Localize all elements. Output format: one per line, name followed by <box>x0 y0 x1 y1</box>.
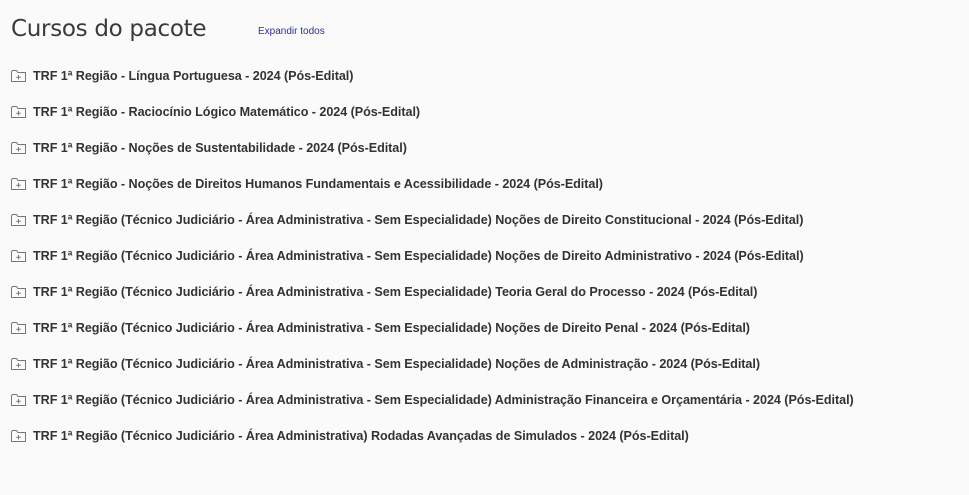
course-item[interactable]: TRF 1ª Região (Técnico Judiciário - Área… <box>11 202 854 238</box>
course-package-panel: Cursos do pacote Expandir todos TRF 1ª R… <box>0 0 969 495</box>
folder-plus-icon[interactable] <box>11 321 27 335</box>
course-list: TRF 1ª Região - Língua Portuguesa - 2024… <box>11 58 854 454</box>
folder-plus-icon[interactable] <box>11 249 27 263</box>
course-label: TRF 1ª Região (Técnico Judiciário - Área… <box>33 321 750 335</box>
folder-plus-icon[interactable] <box>11 177 27 191</box>
folder-plus-icon[interactable] <box>11 69 27 83</box>
course-item[interactable]: TRF 1ª Região - Noções de Direitos Human… <box>11 166 854 202</box>
course-label: TRF 1ª Região (Técnico Judiciário - Área… <box>33 213 804 227</box>
course-item[interactable]: TRF 1ª Região - Raciocínio Lógico Matemá… <box>11 94 854 130</box>
folder-plus-icon[interactable] <box>11 357 27 371</box>
course-item[interactable]: TRF 1ª Região (Técnico Judiciário - Área… <box>11 238 854 274</box>
course-label: TRF 1ª Região (Técnico Judiciário - Área… <box>33 285 758 299</box>
folder-plus-icon[interactable] <box>11 105 27 119</box>
course-item[interactable]: TRF 1ª Região (Técnico Judiciário - Área… <box>11 382 854 418</box>
course-label: TRF 1ª Região - Língua Portuguesa - 2024… <box>33 69 354 83</box>
folder-plus-icon[interactable] <box>11 141 27 155</box>
course-item[interactable]: TRF 1ª Região (Técnico Judiciário - Área… <box>11 346 854 382</box>
course-label: TRF 1ª Região (Técnico Judiciário - Área… <box>33 249 804 263</box>
course-item[interactable]: TRF 1ª Região (Técnico Judiciário - Área… <box>11 310 854 346</box>
folder-plus-icon[interactable] <box>11 213 27 227</box>
course-label: TRF 1ª Região (Técnico Judiciário - Área… <box>33 393 854 407</box>
course-label: TRF 1ª Região - Noções de Sustentabilida… <box>33 141 407 155</box>
course-label: TRF 1ª Região - Raciocínio Lógico Matemá… <box>33 105 421 119</box>
course-item[interactable]: TRF 1ª Região (Técnico Judiciário - Área… <box>11 418 854 454</box>
expand-all-link[interactable]: Expandir todos <box>258 25 325 39</box>
course-item[interactable]: TRF 1ª Região - Língua Portuguesa - 2024… <box>11 58 854 94</box>
folder-plus-icon[interactable] <box>11 393 27 407</box>
page-title: Cursos do pacote <box>11 16 207 42</box>
folder-plus-icon[interactable] <box>11 429 27 443</box>
course-item[interactable]: TRF 1ª Região - Noções de Sustentabilida… <box>11 130 854 166</box>
course-label: TRF 1ª Região (Técnico Judiciário - Área… <box>33 357 760 371</box>
course-label: TRF 1ª Região (Técnico Judiciário - Área… <box>33 429 689 443</box>
header: Cursos do pacote <box>11 14 207 44</box>
course-item[interactable]: TRF 1ª Região (Técnico Judiciário - Área… <box>11 274 854 310</box>
course-label: TRF 1ª Região - Noções de Direitos Human… <box>33 177 603 191</box>
folder-plus-icon[interactable] <box>11 285 27 299</box>
